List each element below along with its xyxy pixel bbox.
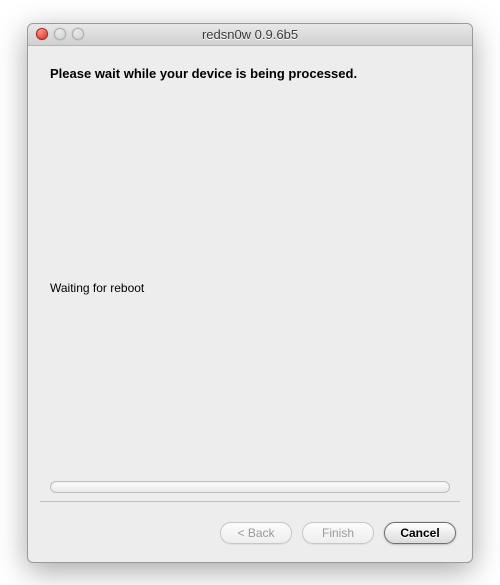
window-title: redsn0w 0.9.6b5 <box>28 27 472 42</box>
finish-button: Finish <box>302 522 374 544</box>
back-button: < Back <box>220 522 292 544</box>
divider <box>40 501 460 502</box>
footer: < Back Finish Cancel <box>28 510 472 562</box>
titlebar[interactable]: redsn0w 0.9.6b5 <box>28 24 472 46</box>
app-window: redsn0w 0.9.6b5 Please wait while your d… <box>27 23 473 563</box>
zoom-icon <box>72 28 84 40</box>
minimize-icon <box>54 28 66 40</box>
instruction-text: Please wait while your device is being p… <box>50 66 450 81</box>
status-text: Waiting for reboot <box>50 281 450 295</box>
cancel-button[interactable]: Cancel <box>384 522 456 544</box>
progress-bar <box>50 481 450 493</box>
traffic-lights <box>36 28 84 40</box>
close-icon[interactable] <box>36 28 48 40</box>
content-area: Please wait while your device is being p… <box>28 46 472 510</box>
